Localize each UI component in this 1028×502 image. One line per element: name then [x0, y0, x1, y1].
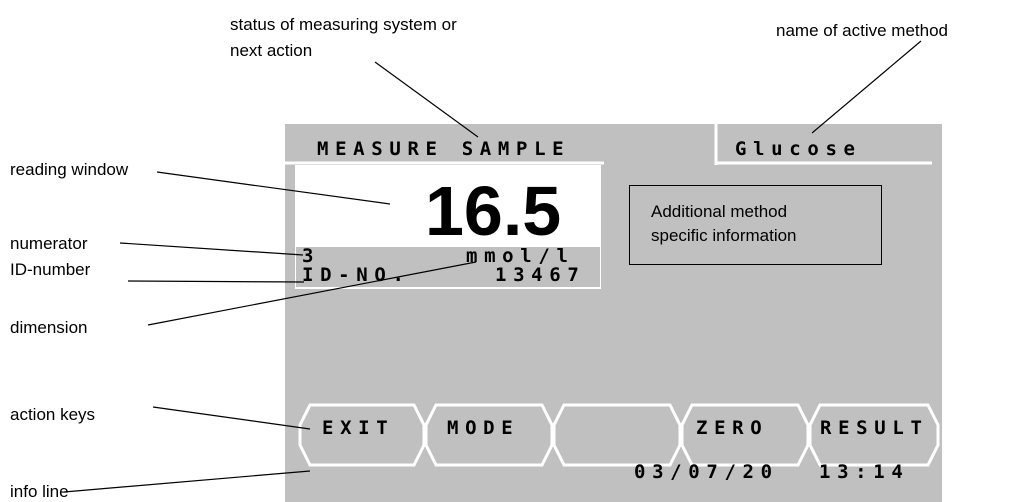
status-text: MEASURE SAMPLE — [317, 138, 571, 160]
method-info-line2: specific information — [651, 226, 797, 245]
numerator-leader-line — [119, 242, 304, 256]
method-info-line1: Additional method — [651, 202, 788, 221]
reading-value: 16.5 — [425, 172, 562, 250]
id-number-leader-line — [127, 280, 305, 283]
reading-leader-line — [156, 171, 391, 205]
info-line-date: 03/07/20 — [634, 461, 779, 483]
method-text: Glucose — [735, 138, 862, 160]
zero-key[interactable]: ZERO — [696, 419, 768, 438]
method-leader-line — [811, 40, 922, 134]
info-line-leader-line — [63, 470, 311, 493]
id-label: ID-NO. — [302, 264, 411, 286]
mode-key[interactable]: MODE — [447, 419, 519, 438]
key-outline-empty — [552, 403, 682, 467]
result-key[interactable]: RESULT — [820, 419, 929, 438]
info-line-time: 13:14 — [819, 461, 910, 483]
method-info-box: Additional method specific information — [629, 185, 882, 265]
method-info-text: Additional method specific information — [651, 200, 797, 248]
exit-key[interactable]: EXIT — [322, 419, 394, 438]
action-keys-leader-line — [152, 406, 311, 430]
id-value: 13467 — [495, 264, 586, 286]
status-leader-line — [374, 61, 479, 138]
